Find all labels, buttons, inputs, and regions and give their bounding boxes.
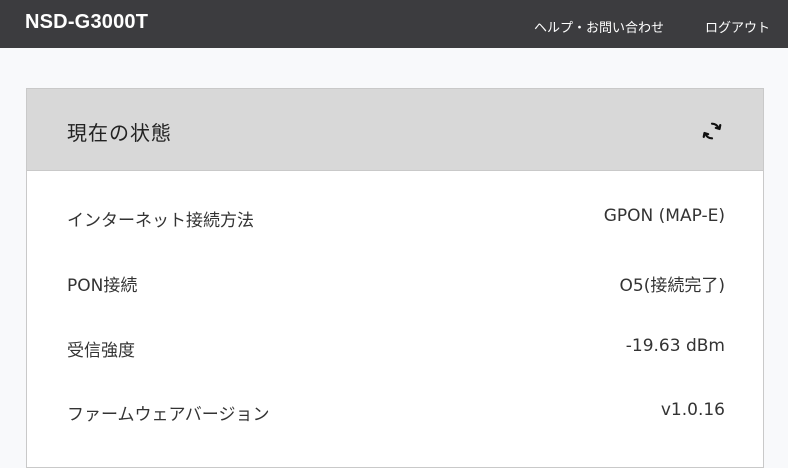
status-row-value: v1.0.16: [660, 400, 725, 420]
status-row-label: PON接続: [67, 276, 138, 296]
help-contact-link[interactable]: ヘルプ・お問い合わせ: [534, 17, 664, 36]
status-panel-title: 現在の状態: [67, 121, 172, 145]
device-model-title: NSD-G3000T: [25, 11, 149, 33]
refresh-icon: [702, 122, 722, 140]
status-panel-header: 現在の状態: [27, 89, 763, 171]
logout-link[interactable]: ログアウト: [705, 17, 770, 36]
status-row-value: GPON (MAP-E): [603, 206, 725, 226]
status-row-signal-strength: 受信強度 -19.63 dBm: [27, 332, 763, 362]
status-row-pon-connection: PON接続 O5(接続完了): [27, 267, 763, 297]
status-row-label: ファームウェアバージョン: [67, 405, 270, 425]
status-row-connection-method: インターネット接続方法 GPON (MAP-E): [27, 202, 763, 232]
status-row-label: インターネット接続方法: [67, 211, 254, 231]
refresh-button[interactable]: [701, 120, 723, 142]
status-row-value: O5(接続完了): [619, 276, 725, 296]
status-row-firmware-version: ファームウェアバージョン v1.0.16: [27, 396, 763, 426]
status-row-label: 受信強度: [67, 341, 135, 361]
top-navigation-bar: NSD-G3000T ヘルプ・お問い合わせ ログアウト: [0, 0, 788, 48]
status-panel: 現在の状態 インターネット接続方法 GPON (MAP-E) PON接続 O5(…: [26, 88, 764, 468]
status-row-value: -19.63 dBm: [625, 336, 725, 356]
